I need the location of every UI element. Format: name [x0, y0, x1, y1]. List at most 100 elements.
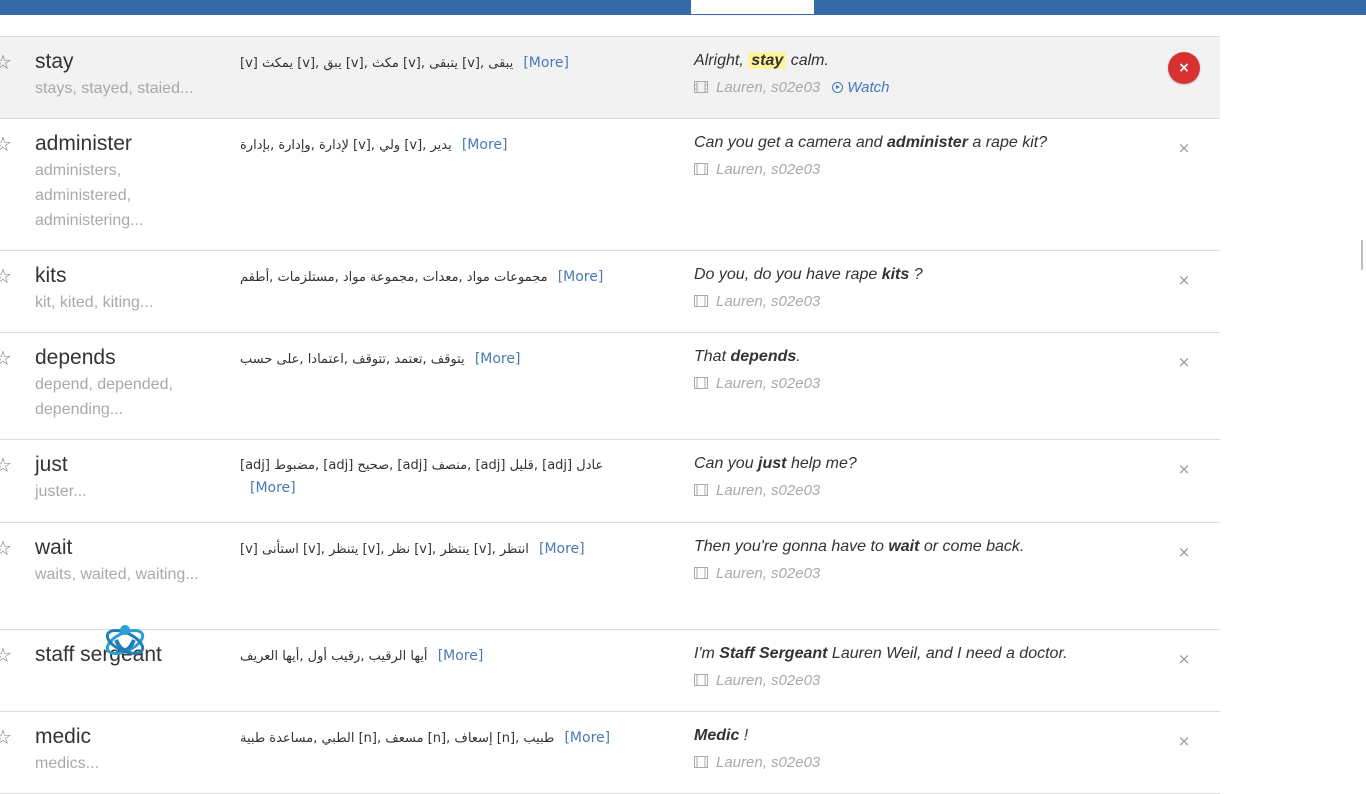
sentence-source: Lauren, s02e03 [694, 373, 820, 395]
word-forms: administers, administered, administering… [35, 162, 144, 229]
sentence-source: Lauren, s02e03 [694, 291, 820, 313]
sentence-source: Lauren, s02e03 [694, 563, 820, 585]
translation: يدير ,[v] ولي ,[v] لإدارة ,وإدارة ,بإدار… [240, 134, 630, 157]
star-icon[interactable]: ☆ [0, 265, 16, 287]
source-label: Lauren, s02e03 [716, 482, 821, 499]
star-icon[interactable]: ☆ [0, 133, 16, 155]
sentence-keyword: depends [730, 348, 797, 365]
remove-button[interactable]: × [1177, 734, 1191, 749]
sentence-after: Lauren Weil, and I need a doctor. [827, 645, 1068, 662]
word-row[interactable]: ☆ staff sergeant أيها الرقيب ,رقيب أول ,… [0, 630, 1220, 712]
sentence-keyword: administer [887, 134, 968, 151]
film-icon [694, 81, 708, 93]
play-circle-icon [832, 82, 844, 93]
translation-text: يتوقف ,تعتمد ,تتوقف ,اعتمادا ,على حسب [240, 352, 465, 367]
film-icon [694, 567, 708, 579]
translation-text: مجموعات مواد ,معدات ,مجموعة مواد ,مستلزم… [240, 270, 548, 285]
sentence-before: That [694, 348, 731, 365]
sentence-after: help me? [786, 455, 857, 472]
translation: أيها الرقيب ,رقيب أول ,أيها العريف [More… [240, 645, 630, 668]
example-sentence: Can you get a camera and administer a ra… [694, 132, 1164, 154]
remove-button[interactable]: × [1177, 652, 1191, 667]
remove-button[interactable]: × [1177, 273, 1191, 288]
remove-button[interactable]: × [1177, 141, 1191, 156]
more-link[interactable]: [More] [558, 269, 604, 285]
word-title: just [35, 453, 68, 476]
film-icon [694, 756, 708, 768]
word-forms: kit, kited, kiting... [35, 294, 154, 311]
more-link[interactable]: [More] [438, 648, 484, 664]
more-link[interactable]: [More] [462, 137, 508, 153]
source-label: Lauren, s02e03 [716, 672, 821, 689]
remove-button[interactable]: × [1177, 545, 1191, 560]
sentence-source: Lauren, s02e03 [694, 159, 820, 181]
word-forms: medics... [35, 755, 100, 772]
film-icon [694, 674, 708, 686]
star-icon[interactable]: ☆ [0, 537, 16, 559]
source-label: Lauren, s02e03 [716, 565, 821, 582]
watch-link[interactable]: Watch [832, 79, 890, 96]
sentence-source: Lauren, s02e03 Watch [694, 77, 890, 99]
sentence-source: Lauren, s02e03 [694, 670, 820, 692]
star-icon[interactable]: ☆ [0, 644, 16, 666]
top-navigation-bar [0, 0, 1366, 15]
watch-label: Watch [847, 79, 890, 96]
word-title: wait [35, 536, 73, 559]
source-label: Lauren, s02e03 [716, 79, 821, 96]
word-row[interactable]: ☆ medic medics... طبيب ,[n] إسعاف ,[n] م… [0, 712, 1220, 794]
translation: يتوقف ,تعتمد ,تتوقف ,اعتمادا ,على حسب [M… [240, 348, 630, 371]
remove-button[interactable]: × [1177, 355, 1191, 370]
sentence-before: Then you're gonna have to [694, 538, 889, 555]
source-label: Lauren, s02e03 [716, 293, 821, 310]
sentence-before: I'm [694, 645, 720, 662]
sentence-after: a rape kit? [967, 134, 1048, 151]
word-row[interactable]: ☆ depends depend, depended, depending...… [0, 333, 1220, 440]
remove-button[interactable]: × [1177, 462, 1191, 477]
remove-button[interactable]: × [1168, 52, 1200, 84]
star-icon[interactable]: ☆ [0, 454, 16, 476]
active-tab-indicator[interactable] [691, 0, 814, 14]
scrollbar-thumb[interactable] [1361, 240, 1363, 270]
translation-text: يبقى ,[v] يتبقى ,[v] مكث ,[v] يبق ,[v] ي… [240, 56, 514, 71]
more-link[interactable]: [More] [564, 730, 610, 746]
sentence-before: Do you, do you have rape [694, 266, 882, 283]
film-icon [694, 163, 708, 175]
more-link[interactable]: [More] [539, 541, 585, 557]
source-label: Lauren, s02e03 [716, 754, 821, 771]
more-link[interactable]: [More] [475, 351, 521, 367]
word-row[interactable]: ☆ just juster... عادل [adj] ,قليل [adj] … [0, 440, 1220, 523]
sentence-after: ? [909, 266, 923, 283]
sentence-after: ! [739, 727, 749, 744]
translation: يبقى ,[v] يتبقى ,[v] مكث ,[v] يبق ,[v] ي… [240, 52, 630, 75]
film-icon [694, 484, 708, 496]
film-icon [694, 377, 708, 389]
star-icon[interactable]: ☆ [0, 51, 16, 73]
sentence-source: Lauren, s02e03 [694, 752, 820, 774]
sentence-keyword: just [758, 455, 787, 472]
example-sentence: Do you, do you have rape kits ? [694, 264, 1164, 286]
sentence-source: Lauren, s02e03 [694, 480, 820, 502]
word-row[interactable]: ☆ wait waits, waited, waiting... انتظر ,… [0, 523, 1220, 630]
word-title: stay [35, 50, 74, 73]
word-forms: juster... [35, 483, 87, 500]
sentence-after: or come back. [919, 538, 1025, 555]
more-link[interactable]: [More] [250, 480, 296, 496]
example-sentence: That depends. [694, 346, 1164, 368]
source-label: Lauren, s02e03 [716, 375, 821, 392]
word-row[interactable]: ☆ administer administers, administered, … [0, 119, 1220, 251]
translation-text: عادل [adj] ,قليل [adj] ,منصف [adj] ,صحيح… [240, 458, 604, 473]
star-icon[interactable]: ☆ [0, 726, 16, 748]
example-sentence: I'm Staff Sergeant Lauren Weil, and I ne… [694, 643, 1164, 665]
sentence-keyword: Medic [694, 727, 740, 744]
word-row[interactable]: ☆ stay stays, stayed, staied... يبقى ,[v… [0, 37, 1220, 119]
more-link[interactable]: [More] [523, 55, 569, 71]
translation: عادل [adj] ,قليل [adj] ,منصف [adj] ,صحيح… [240, 455, 630, 500]
film-icon [694, 295, 708, 307]
word-title: kits [35, 264, 67, 287]
word-row[interactable]: ☆ kits kit, kited, kiting... مجموعات موا… [0, 251, 1220, 333]
app-logo-icon [105, 625, 145, 655]
translation: مجموعات مواد ,معدات ,مجموعة مواد ,مستلزم… [240, 266, 630, 289]
translation-text: يدير ,[v] ولي ,[v] لإدارة ,وإدارة ,بإدار… [240, 138, 452, 153]
star-icon[interactable]: ☆ [0, 347, 16, 369]
translation: طبيب ,[n] إسعاف ,[n] مسعف ,[n] الطبي ,مس… [240, 727, 630, 750]
